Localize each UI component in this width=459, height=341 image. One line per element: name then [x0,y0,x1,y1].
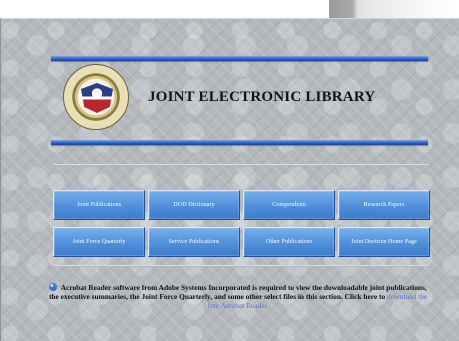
dod-seal-icon [63,64,129,130]
compendium-button[interactable]: Compendium [243,190,335,220]
top-blue-stripe [51,56,428,61]
research-papers-button[interactable]: Research Papers [338,190,430,220]
joint-publications-button[interactable]: Joint Publications [53,190,145,220]
notice-text: Acrobat Reader software from Adobe Syste… [48,283,427,301]
page-title: JOINT ELECTRONIC LIBRARY [148,89,376,105]
corner-tab [329,0,459,18]
joint-doctrine-home-page-button[interactable]: Joint Doctrine Home Page [338,227,430,257]
library-panel: JOINT ELECTRONIC LIBRARY Joint Publicati… [0,18,459,341]
dod-dictionary-button[interactable]: DOD Dictionary [148,190,240,220]
blue-bullet-icon [49,283,58,291]
other-publications-button[interactable]: Other Publications [243,227,335,257]
acrobat-notice: Acrobat Reader software from Adobe Syste… [47,283,429,310]
divider-bottom [53,265,429,267]
joint-force-quarterly-button[interactable]: Joint Force Quarterly [53,227,145,257]
navigation-grid: Joint Publications DOD Dictionary Compen… [53,190,431,257]
seal-shield-icon [81,83,113,113]
divider-top [53,164,429,166]
service-publications-button[interactable]: Service Publications [148,227,240,257]
bottom-blue-stripe [51,140,428,145]
